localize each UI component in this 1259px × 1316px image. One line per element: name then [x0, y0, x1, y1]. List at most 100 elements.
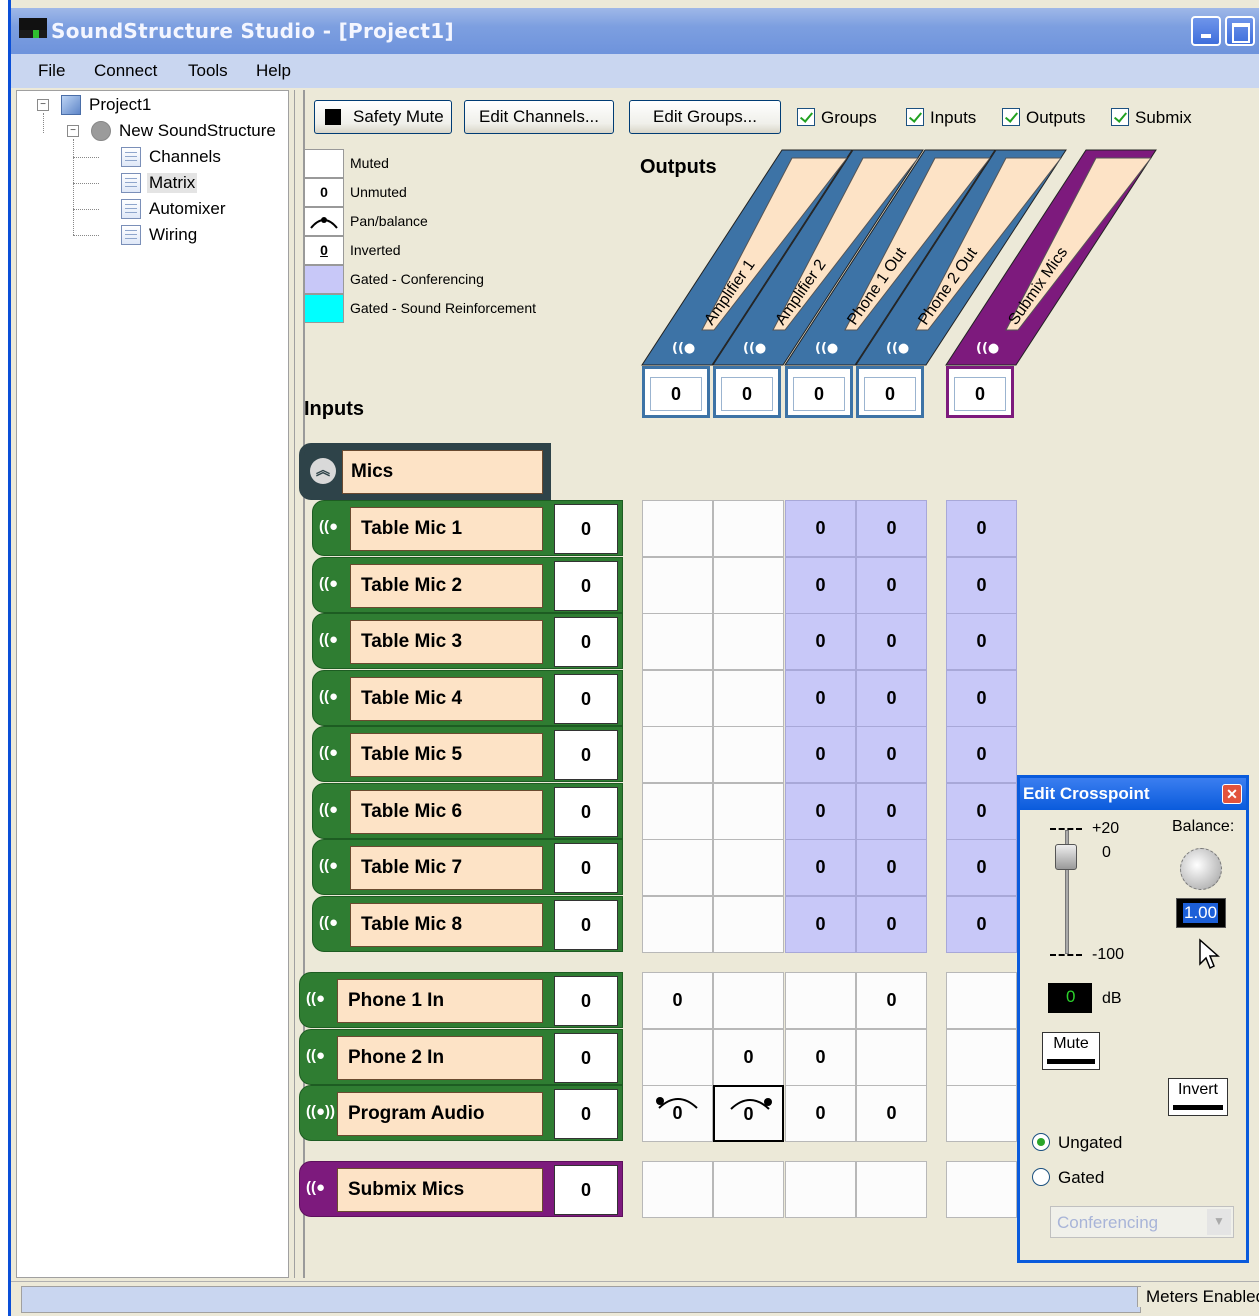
input-gain[interactable]: 0	[554, 900, 618, 950]
input-row[interactable]: ((● Table Mic 80	[312, 896, 623, 952]
crosspoint-cell[interactable]: 0	[856, 783, 927, 840]
crosspoint-cell[interactable]: 0	[856, 839, 927, 896]
menu-tools[interactable]: Tools	[188, 61, 228, 81]
crosspoint-cell[interactable]	[713, 557, 784, 614]
crosspoint-cell[interactable]: 0	[946, 557, 1017, 614]
inputs-checkbox[interactable]: Inputs	[906, 108, 976, 128]
input-gain[interactable]: 0	[554, 504, 618, 554]
crosspoint-cell[interactable]: 0	[856, 1085, 927, 1142]
output-gain[interactable]: 0	[856, 366, 924, 418]
crosspoint-cell[interactable]: 0	[642, 972, 713, 1029]
crosspoint-cell[interactable]	[946, 1085, 1017, 1142]
collapse-device-icon[interactable]: −	[67, 125, 79, 137]
crosspoint-cell[interactable]	[856, 1161, 927, 1218]
crosspoint-cell[interactable]: 0	[856, 726, 927, 783]
input-row[interactable]: ((● Phone 1 In 0	[299, 972, 623, 1028]
safety-mute-button[interactable]: Safety Mute	[314, 100, 452, 134]
crosspoint-cell[interactable]: 0	[785, 557, 856, 614]
gain-field[interactable]: 0	[1048, 983, 1092, 1013]
tree-item-automixer[interactable]: Automixer	[149, 199, 226, 219]
crosspoint-cell[interactable]: 0	[946, 500, 1017, 557]
input-row[interactable]: ((● Table Mic 40	[312, 670, 623, 726]
crosspoint-cell[interactable]: 0	[946, 726, 1017, 783]
input-gain[interactable]: 0	[554, 1165, 618, 1215]
input-row[interactable]: ((● Table Mic 60	[312, 783, 623, 839]
crosspoint-cell[interactable]	[946, 1161, 1017, 1218]
crosspoint-cell[interactable]: 0	[785, 1029, 856, 1086]
dialog-title-bar[interactable]: Edit Crosspoint ✕	[1020, 778, 1246, 810]
crosspoint-cell[interactable]: 0	[785, 500, 856, 557]
input-row[interactable]: ((● Phone 2 In 0	[299, 1029, 623, 1085]
crosspoint-cell[interactable]: 0	[946, 613, 1017, 670]
crosspoint-cell[interactable]	[713, 839, 784, 896]
crosspoint-cell[interactable]	[642, 613, 713, 670]
crosspoint-cell[interactable]	[785, 972, 856, 1029]
crosspoint-cell[interactable]	[642, 896, 713, 953]
output-gain[interactable]: 0	[642, 366, 710, 418]
input-gain[interactable]: 0	[554, 1033, 618, 1083]
crosspoint-cell[interactable]	[642, 783, 713, 840]
crosspoint-cell[interactable]: 0	[713, 1029, 784, 1086]
crosspoint-cell[interactable]: 0	[946, 896, 1017, 953]
collapse-group-icon[interactable]: ︽	[310, 458, 336, 484]
balance-knob-icon[interactable]	[1180, 848, 1222, 890]
output-gain[interactable]: 0	[946, 366, 1014, 418]
submix-checkbox[interactable]: Submix	[1111, 108, 1192, 128]
groups-checkbox[interactable]: Groups	[797, 108, 877, 128]
crosspoint-cell[interactable]	[642, 839, 713, 896]
edit-groups-button[interactable]: Edit Groups...	[629, 100, 781, 134]
gain-fader-handle[interactable]	[1055, 844, 1077, 870]
close-icon[interactable]: ✕	[1222, 784, 1242, 804]
edit-channels-button[interactable]: Edit Channels...	[464, 100, 614, 134]
tree-item-wiring[interactable]: Wiring	[149, 225, 197, 245]
crosspoint-cell[interactable]: 0	[856, 613, 927, 670]
mute-button[interactable]: Mute	[1042, 1032, 1100, 1070]
crosspoint-cell[interactable]: 0	[946, 670, 1017, 727]
minimize-button[interactable]	[1191, 16, 1221, 46]
invert-button[interactable]: Invert	[1168, 1078, 1228, 1116]
crosspoint-cell[interactable]	[642, 1161, 713, 1218]
crosspoint-cell[interactable]: 0	[856, 670, 927, 727]
crosspoint-cell[interactable]	[642, 670, 713, 727]
crosspoint-cell[interactable]: 0	[785, 783, 856, 840]
crosspoint-cell[interactable]: 0	[946, 839, 1017, 896]
crosspoint-cell[interactable]	[785, 1161, 856, 1218]
group-header-mics[interactable]: ︽ Mics	[299, 443, 551, 500]
input-gain[interactable]: 0	[554, 561, 618, 611]
crosspoint-cell[interactable]	[642, 1029, 713, 1086]
input-row[interactable]: ((● Table Mic 20	[312, 557, 623, 613]
crosspoint-cell[interactable]	[642, 500, 713, 557]
input-row[interactable]: ((● Table Mic 70	[312, 839, 623, 895]
input-row[interactable]: ((● Table Mic 30	[312, 613, 623, 669]
output-gain[interactable]: 0	[785, 366, 853, 418]
input-gain[interactable]: 0	[554, 843, 618, 893]
crosspoint-cell[interactable]	[713, 670, 784, 727]
title-bar[interactable]: SoundStructure Studio - [Project1]	[11, 8, 1259, 54]
balance-field[interactable]: 1.00	[1176, 898, 1226, 928]
crosspoint-cell[interactable]: 0	[642, 1085, 713, 1142]
crosspoint-cell[interactable]: 0	[946, 783, 1017, 840]
menu-help[interactable]: Help	[256, 61, 291, 81]
crosspoint-cell[interactable]	[713, 726, 784, 783]
input-row[interactable]: ((● Submix Mics 0	[299, 1161, 623, 1217]
crosspoint-cell[interactable]: 0	[785, 670, 856, 727]
crosspoint-cell[interactable]	[642, 557, 713, 614]
maximize-button[interactable]	[1225, 16, 1255, 46]
input-row[interactable]: ((● Table Mic 10	[312, 500, 623, 556]
input-row[interactable]: ((●)) Program Audio 0	[299, 1085, 623, 1141]
crosspoint-cell[interactable]	[713, 972, 784, 1029]
crosspoint-cell[interactable]: 0	[785, 839, 856, 896]
input-row[interactable]: ((● Table Mic 50	[312, 726, 623, 782]
gated-radio[interactable]: Gated	[1032, 1168, 1104, 1188]
gate-type-select[interactable]: Conferencing ▼	[1050, 1206, 1234, 1238]
menu-file[interactable]: File	[38, 61, 65, 81]
input-gain[interactable]: 0	[554, 674, 618, 724]
crosspoint-cell[interactable]	[713, 500, 784, 557]
tree-item-device[interactable]: New SoundStructure	[119, 121, 276, 141]
crosspoint-cell[interactable]: 0	[856, 500, 927, 557]
crosspoint-cell[interactable]	[713, 1161, 784, 1218]
tree-item-project[interactable]: Project1	[89, 95, 151, 115]
input-gain[interactable]: 0	[554, 787, 618, 837]
crosspoint-cell[interactable]: 0	[713, 1085, 784, 1142]
tree-item-channels[interactable]: Channels	[149, 147, 221, 167]
